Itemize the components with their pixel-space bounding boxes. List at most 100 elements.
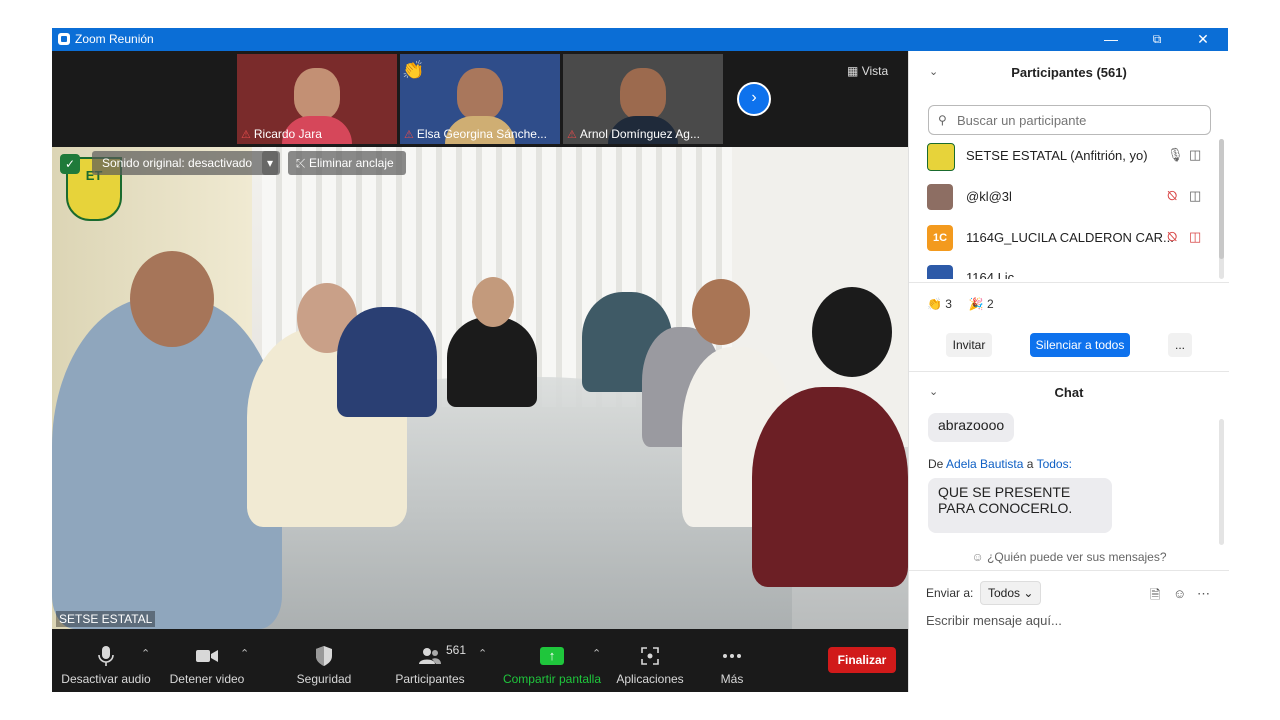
recipient-dropdown[interactable]: Todos ⌄ — [980, 581, 1042, 605]
video-tile[interactable]: ⚠ Arnol Domínguez Ag... — [563, 54, 723, 144]
video-tile[interactable]: 👏 ⚠ Elsa Georgina Sánche... — [400, 54, 560, 144]
invite-button[interactable]: Invitar — [946, 333, 992, 357]
clap-count: 3 — [945, 297, 952, 311]
tile-name: ⚠ Arnol Domínguez Ag... — [567, 127, 700, 141]
video-options-caret[interactable]: ⌃ — [240, 647, 249, 660]
speaker-name: SETSE ESTATAL — [56, 611, 156, 627]
video-area: ⚠ Ricardo Jara 👏 ⚠ Elsa Georgina Sánche...… — [52, 51, 908, 692]
video-camera-icon[interactable]: ◫ — [1189, 188, 1201, 204]
who-can-see-messages[interactable]: ☺ ¿Quién puede ver sus mensajes? — [909, 550, 1229, 564]
person-head — [130, 251, 214, 347]
avatar — [927, 265, 953, 279]
person-head — [692, 279, 750, 345]
more-button[interactable]: Más — [702, 629, 762, 692]
avatar — [927, 143, 955, 171]
divider — [909, 282, 1229, 283]
emoji-icon[interactable]: ☺ — [1173, 586, 1186, 601]
microphone-icon — [98, 646, 114, 666]
apps-button[interactable]: Aplicaciones — [612, 629, 688, 692]
end-meeting-button[interactable]: Finalizar — [828, 647, 896, 673]
tile-name: ⚠ Elsa Georgina Sánche... — [404, 127, 547, 141]
search-icon: ⚲ — [938, 113, 947, 127]
avatar — [927, 184, 953, 210]
view-button[interactable]: ▦ Vista — [847, 64, 888, 78]
mic-muted-icon[interactable]: ⦰ — [1167, 229, 1177, 245]
close-icon[interactable]: ✕ — [1191, 30, 1215, 48]
participants-options-caret[interactable]: ⌃ — [478, 647, 487, 660]
video-tile[interactable]: ⚠ Ricardo Jara — [237, 54, 397, 144]
participants-button[interactable]: 561 Participantes — [390, 629, 470, 692]
person-head — [472, 277, 514, 327]
share-screen-button[interactable]: ↑ Compartir pantalla — [498, 629, 606, 692]
mic-muted-icon: ⚠ — [241, 129, 251, 141]
more-dots-icon[interactable]: ⋯ — [1197, 586, 1210, 602]
divider — [909, 570, 1229, 571]
meeting-toolbar: Desactivar audio ⌃ Detener video ⌃ Segur… — [52, 629, 908, 692]
party-reaction-icon: 🎉 — [968, 297, 984, 311]
zoom-window: Zoom Reunión — ⧉ ✕ ⚠ Ricardo Jara 👏 ⚠ Elsa… — [52, 28, 1229, 692]
file-icon[interactable]: 🗎 — [1150, 586, 1160, 608]
clap-reaction-icon: 👏 — [927, 297, 942, 311]
audio-options-caret[interactable]: ⌃ — [141, 647, 150, 660]
main-video[interactable]: ET ✓ Sonido original: desactivado ▾ ⤪ El… — [52, 147, 908, 629]
mic-muted-icon: ⚠ — [567, 129, 577, 141]
chat-message-bubble: QUE SE PRESENTE PARA CONOCERLO. — [928, 478, 1112, 533]
window-title: Zoom Reunión — [75, 32, 154, 46]
original-sound-button[interactable]: Sonido original: desactivado — [92, 151, 280, 175]
chat-message-header: De Adela Bautista a Todos: — [928, 457, 1072, 471]
chat-title: Chat — [1054, 385, 1084, 400]
participant-row[interactable]: 1164 Lic ... ... — [909, 257, 1219, 279]
restore-icon[interactable]: ⧉ — [1145, 30, 1169, 48]
share-arrow-icon: ↑ — [540, 647, 564, 665]
shield-icon — [316, 646, 332, 666]
participant-row[interactable]: @kl@3l ⦰ ◫ — [909, 176, 1219, 216]
person — [337, 307, 437, 417]
avatar: 1C — [927, 225, 953, 251]
chat-scroll-track[interactable] — [1219, 419, 1224, 545]
stop-video-button[interactable]: Detener video — [162, 629, 252, 692]
unpin-button[interactable]: ⤪ Eliminar anclaje — [288, 151, 406, 175]
shield-icon[interactable]: ✓ — [60, 154, 80, 174]
video-camera-icon[interactable]: ◫ — [1189, 147, 1201, 163]
minimize-icon[interactable]: — — [1099, 30, 1123, 48]
more-dots-icon — [723, 654, 741, 658]
person-icon: ☺ — [971, 550, 984, 564]
participant-count: 561 — [446, 643, 467, 657]
microphone-icon[interactable]: 🎙 — [1167, 147, 1184, 163]
participant-search[interactable]: ⚲ — [928, 105, 1211, 135]
tile-name: ⚠ Ricardo Jara — [241, 127, 322, 141]
mute-audio-button[interactable]: Desactivar audio — [56, 629, 156, 692]
participants-icon — [419, 648, 441, 664]
chat-message-input[interactable]: Escribir mensaje aquí... — [926, 613, 1216, 628]
chat-message-bubble: abrazoooo — [928, 413, 1015, 442]
chevron-down-icon: ⌄ — [1023, 586, 1034, 600]
person-hair — [812, 287, 892, 377]
search-input[interactable] — [955, 112, 1199, 129]
mic-muted-icon[interactable]: ⦰ — [1167, 188, 1177, 204]
reaction-summary: 👏 3 🎉 2 — [927, 297, 994, 311]
title-bar: Zoom Reunión — ⧉ ✕ — [52, 28, 1228, 51]
send-to-label: Enviar a: — [926, 586, 974, 600]
chevron-down-icon[interactable]: ▾ — [262, 151, 278, 175]
clap-reaction-icon: 👏 — [402, 60, 425, 80]
participant-face — [294, 68, 340, 120]
participants-title: Participantes (561) — [1011, 65, 1127, 80]
mic-muted-icon: ⚠ — [404, 129, 414, 141]
participant-face — [457, 68, 503, 120]
filmstrip: ⚠ Ricardo Jara 👏 ⚠ Elsa Georgina Sánche...… — [52, 51, 908, 147]
apps-icon — [641, 647, 659, 665]
pin-icon: ⤪ — [296, 156, 306, 170]
zoom-app-icon — [58, 33, 70, 45]
side-panel: ⌄ Participantes (561) ⚲ SETSE ESTATAL (A… — [908, 51, 1229, 692]
next-page-button[interactable]: › — [737, 82, 771, 116]
video-off-icon[interactable]: ◫ — [1189, 229, 1201, 245]
mute-all-button[interactable]: Silenciar a todos — [1030, 333, 1130, 357]
more-options-button[interactable]: ... — [1168, 333, 1192, 357]
share-options-caret[interactable]: ⌃ — [592, 647, 601, 660]
participant-row[interactable]: SETSE ESTATAL (Anfitrión, yo) 🎙 ◫ — [909, 139, 1219, 175]
security-button[interactable]: Seguridad — [284, 629, 364, 692]
participant-face — [620, 68, 666, 120]
participants-scrollbar[interactable] — [1219, 139, 1224, 259]
participant-row[interactable]: 1C 1164G_LUCILA CALDERON CAR... ⦰ ◫ — [909, 217, 1219, 257]
party-count: 2 — [986, 297, 994, 311]
